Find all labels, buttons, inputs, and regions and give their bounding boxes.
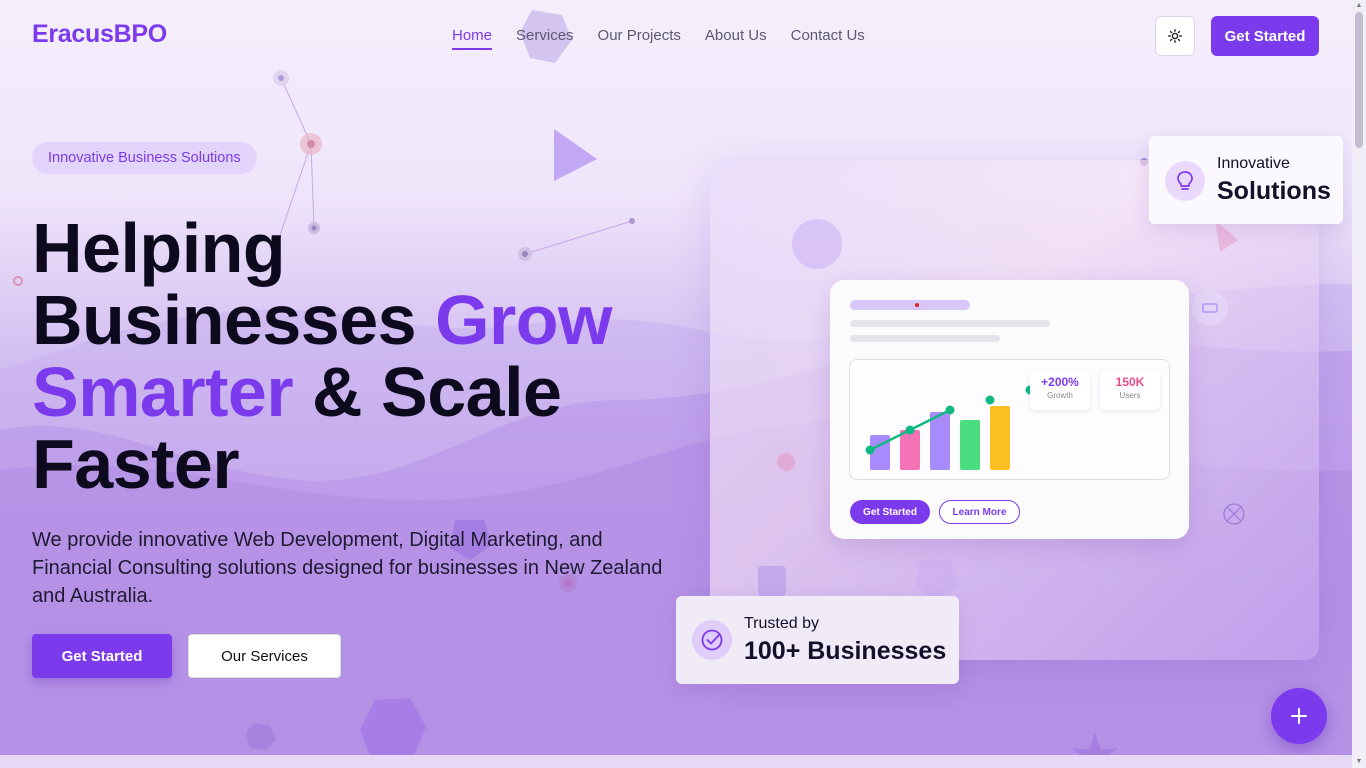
theme-toggle-button[interactable] — [1155, 16, 1195, 56]
floating-action-button[interactable] — [1271, 688, 1327, 744]
chart-bar — [930, 412, 950, 470]
card-line2: Solutions — [1217, 177, 1331, 205]
nav-services[interactable]: Services — [516, 27, 574, 50]
hero-subtext: We provide innovative Web Development, D… — [32, 529, 663, 607]
headline-part: & Scale — [293, 353, 562, 431]
dashboard-card: +200% Growth 150K Users Get Started Lear… — [830, 280, 1189, 539]
trend-point — [945, 405, 955, 415]
scrollbar-thumb[interactable] — [1355, 12, 1363, 148]
hero-our-services-button[interactable]: Our Services — [188, 634, 341, 678]
lightbulb-icon — [1177, 171, 1193, 190]
innovative-solutions-card: Innovative Solutions — [1149, 136, 1343, 224]
nav-about-us[interactable]: About Us — [705, 27, 767, 50]
icon-container — [1165, 161, 1205, 201]
stat-users: 150K Users — [1100, 370, 1160, 410]
headline-part: Faster — [32, 425, 240, 503]
stat-label: Users — [1119, 391, 1141, 400]
headline-part: Helping — [32, 209, 286, 287]
nav-home[interactable]: Home — [452, 27, 493, 50]
card-line1: Innovative — [1217, 155, 1290, 172]
plus-icon — [1291, 708, 1307, 724]
skeleton-line — [850, 300, 970, 310]
card-line2: 100+ Businesses — [744, 637, 947, 665]
header-get-started-button[interactable]: Get Started — [1211, 16, 1319, 56]
hero-headline: Helping Businesses Grow Smarter & Scale … — [32, 212, 692, 500]
card-line1: Trusted by — [744, 615, 819, 632]
hero-get-started-button[interactable]: Get Started — [32, 634, 172, 678]
stat-value: 150K — [1115, 375, 1145, 389]
trend-point — [905, 425, 915, 435]
nav-our-projects[interactable]: Our Projects — [598, 27, 681, 50]
stat-label: Growth — [1047, 391, 1073, 400]
dashboard-get-started-button[interactable]: Get Started — [850, 500, 930, 524]
skeleton-line — [850, 320, 1050, 327]
dashboard-learn-more-button[interactable]: Learn More — [939, 500, 1020, 524]
stat-value: +200% — [1041, 375, 1079, 389]
trusted-by-card: Trusted by 100+ Businesses — [676, 596, 959, 684]
next-section-edge — [0, 755, 1352, 768]
trend-point — [865, 445, 875, 455]
headline-highlight: Smarter — [32, 353, 294, 431]
headline-highlight: Grow — [435, 281, 612, 359]
chart-bar — [960, 420, 980, 470]
skeleton-line — [850, 335, 1000, 342]
brand-logo[interactable]: EracusBPO — [32, 20, 167, 49]
scroll-down-icon[interactable]: ▼ — [1355, 758, 1363, 766]
stat-growth: +200% Growth — [1030, 370, 1090, 410]
scroll-up-icon[interactable]: ▲ — [1355, 2, 1363, 10]
main-nav: Home Services Our Projects About Us Cont… — [452, 27, 865, 50]
trend-point — [985, 395, 995, 405]
chart-bar — [990, 406, 1010, 470]
check-badge-icon — [701, 629, 723, 651]
nav-contact-us[interactable]: Contact Us — [791, 27, 865, 50]
status-dot — [915, 303, 919, 307]
hero-badge: Innovative Business Solutions — [32, 142, 257, 174]
page-scrollbar[interactable]: ▲ ▼ — [1352, 0, 1366, 768]
headline-part: Businesses — [32, 281, 436, 359]
chart-bar — [900, 430, 920, 470]
sun-icon — [1168, 29, 1182, 43]
icon-container — [692, 620, 732, 660]
mini-chart: +200% Growth 150K Users — [849, 359, 1170, 480]
